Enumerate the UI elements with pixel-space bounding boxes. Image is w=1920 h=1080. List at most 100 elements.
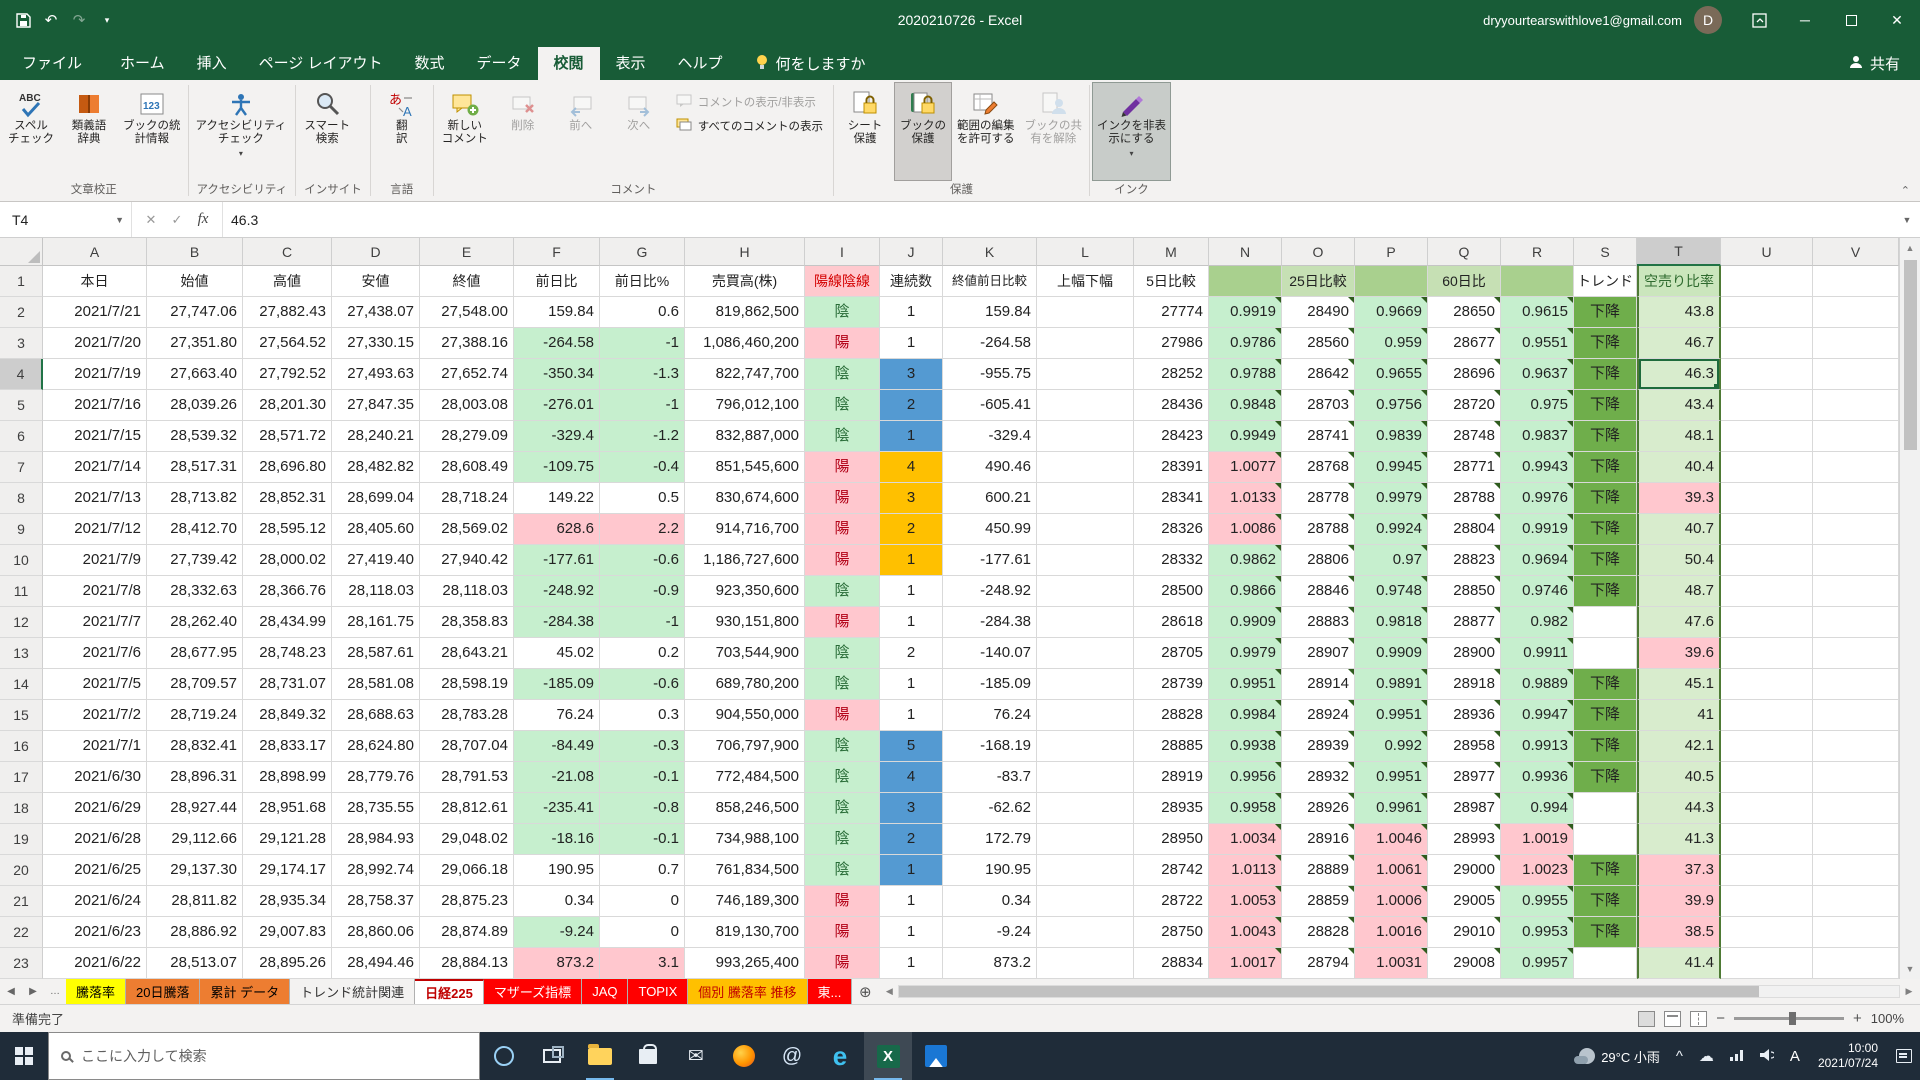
cell-K12[interactable]: -284.38	[943, 607, 1037, 638]
cell-U11[interactable]	[1721, 576, 1813, 607]
cell-E10[interactable]: 27,940.42	[420, 545, 514, 576]
cell-D18[interactable]: 28,735.55	[332, 793, 420, 824]
cell-K16[interactable]: -168.19	[943, 731, 1037, 762]
row-header-23[interactable]: 23	[0, 948, 43, 979]
protect-workbook-button[interactable]: ブックの 保護	[894, 82, 952, 181]
cell-U2[interactable]	[1721, 297, 1813, 328]
cell-J7[interactable]: 4	[880, 452, 943, 483]
cell-J21[interactable]: 1	[880, 886, 943, 917]
vertical-scroll-thumb[interactable]	[1904, 260, 1917, 450]
edge-button[interactable]: e	[816, 1032, 864, 1080]
normal-view-icon[interactable]	[1638, 1011, 1655, 1027]
column-header-I[interactable]: I	[805, 238, 880, 266]
cell-V7[interactable]	[1813, 452, 1899, 483]
zoom-in-icon[interactable]: +	[1853, 1010, 1862, 1027]
maximize-button[interactable]	[1828, 0, 1874, 40]
cell-S1[interactable]: トレンド	[1574, 266, 1637, 297]
cell-N12[interactable]: 0.9909	[1209, 607, 1282, 638]
horizontal-scrollbar[interactable]: ◀ ▶	[878, 979, 1920, 1004]
cell-P4[interactable]: 0.9655	[1355, 359, 1428, 390]
cell-I20[interactable]: 陰	[805, 855, 880, 886]
cell-S2[interactable]: 下降	[1574, 297, 1637, 328]
cell-P13[interactable]: 0.9909	[1355, 638, 1428, 669]
cell-L22[interactable]	[1037, 917, 1134, 948]
name-box-dropdown-icon[interactable]: ▼	[115, 215, 131, 225]
cell-R17[interactable]: 0.9936	[1501, 762, 1574, 793]
column-header-H[interactable]: H	[685, 238, 805, 266]
cell-Q12[interactable]: 28877	[1428, 607, 1501, 638]
sheet-tab-7[interactable]: JAQ	[582, 979, 628, 1004]
cell-J1[interactable]: 連続数	[880, 266, 943, 297]
tab-formulas[interactable]: 数式	[398, 47, 460, 80]
cell-D6[interactable]: 28,240.21	[332, 421, 420, 452]
cell-V21[interactable]	[1813, 886, 1899, 917]
cell-N4[interactable]: 0.9788	[1209, 359, 1282, 390]
next-comment-button[interactable]: 次へ	[610, 82, 668, 181]
cell-H11[interactable]: 923,350,600	[685, 576, 805, 607]
row-header-6[interactable]: 6	[0, 421, 43, 452]
cell-P7[interactable]: 0.9945	[1355, 452, 1428, 483]
cell-H21[interactable]: 746,189,300	[685, 886, 805, 917]
cell-G9[interactable]: 2.2	[600, 514, 685, 545]
cell-C9[interactable]: 28,595.12	[243, 514, 332, 545]
cell-U22[interactable]	[1721, 917, 1813, 948]
cell-A22[interactable]: 2021/6/23	[43, 917, 147, 948]
hide-ink-button[interactable]: インクを非表 示にする ▾	[1092, 82, 1171, 181]
cell-Q17[interactable]: 28977	[1428, 762, 1501, 793]
cell-Q21[interactable]: 29005	[1428, 886, 1501, 917]
cell-O16[interactable]: 28939	[1282, 731, 1355, 762]
row-header-16[interactable]: 16	[0, 731, 43, 762]
cell-M18[interactable]: 28935	[1134, 793, 1209, 824]
cell-V17[interactable]	[1813, 762, 1899, 793]
clock[interactable]: 10:00 2021/07/24	[1808, 1041, 1888, 1071]
show-hide-comment-button[interactable]: コメントの表示/非表示	[676, 94, 823, 110]
column-header-E[interactable]: E	[420, 238, 514, 266]
cell-I10[interactable]: 陽	[805, 545, 880, 576]
file-explorer-button[interactable]	[576, 1032, 624, 1080]
cell-U13[interactable]	[1721, 638, 1813, 669]
cell-L7[interactable]	[1037, 452, 1134, 483]
row-header-3[interactable]: 3	[0, 328, 43, 359]
cell-T10[interactable]: 50.4	[1637, 545, 1721, 576]
cell-N1[interactable]	[1209, 266, 1282, 297]
cell-U8[interactable]	[1721, 483, 1813, 514]
cell-D12[interactable]: 28,161.75	[332, 607, 420, 638]
mail-button[interactable]: ✉	[672, 1032, 720, 1080]
cell-P11[interactable]: 0.9748	[1355, 576, 1428, 607]
cell-N2[interactable]: 0.9919	[1209, 297, 1282, 328]
translate-button[interactable]: あA 翻 訳	[373, 82, 431, 181]
cell-L3[interactable]	[1037, 328, 1134, 359]
row-header-20[interactable]: 20	[0, 855, 43, 886]
column-header-U[interactable]: U	[1721, 238, 1813, 266]
cell-F14[interactable]: -185.09	[514, 669, 600, 700]
cell-C1[interactable]: 高値	[243, 266, 332, 297]
cell-B14[interactable]: 28,709.57	[147, 669, 243, 700]
cell-Q9[interactable]: 28804	[1428, 514, 1501, 545]
onedrive-button[interactable]: ☁	[1691, 1032, 1722, 1080]
cell-O9[interactable]: 28788	[1282, 514, 1355, 545]
cell-F16[interactable]: -84.49	[514, 731, 600, 762]
cell-C12[interactable]: 28,434.99	[243, 607, 332, 638]
cell-N17[interactable]: 0.9956	[1209, 762, 1282, 793]
cell-B18[interactable]: 28,927.44	[147, 793, 243, 824]
cell-N5[interactable]: 0.9848	[1209, 390, 1282, 421]
cell-C7[interactable]: 28,696.80	[243, 452, 332, 483]
cell-U3[interactable]	[1721, 328, 1813, 359]
cell-V3[interactable]	[1813, 328, 1899, 359]
cell-E1[interactable]: 終値	[420, 266, 514, 297]
cell-B12[interactable]: 28,262.40	[147, 607, 243, 638]
cell-C8[interactable]: 28,852.31	[243, 483, 332, 514]
cell-O10[interactable]: 28806	[1282, 545, 1355, 576]
cell-K22[interactable]: -9.24	[943, 917, 1037, 948]
cell-O3[interactable]: 28560	[1282, 328, 1355, 359]
page-break-view-icon[interactable]	[1690, 1011, 1707, 1027]
cell-C16[interactable]: 28,833.17	[243, 731, 332, 762]
sheet-overflow-indicator[interactable]: …	[44, 979, 66, 1004]
cell-Q6[interactable]: 28748	[1428, 421, 1501, 452]
cell-C13[interactable]: 28,748.23	[243, 638, 332, 669]
cell-A9[interactable]: 2021/7/12	[43, 514, 147, 545]
task-view-button[interactable]	[528, 1032, 576, 1080]
cell-D17[interactable]: 28,779.76	[332, 762, 420, 793]
cell-G12[interactable]: -1	[600, 607, 685, 638]
ribbon-display-options-icon[interactable]	[1736, 0, 1782, 40]
